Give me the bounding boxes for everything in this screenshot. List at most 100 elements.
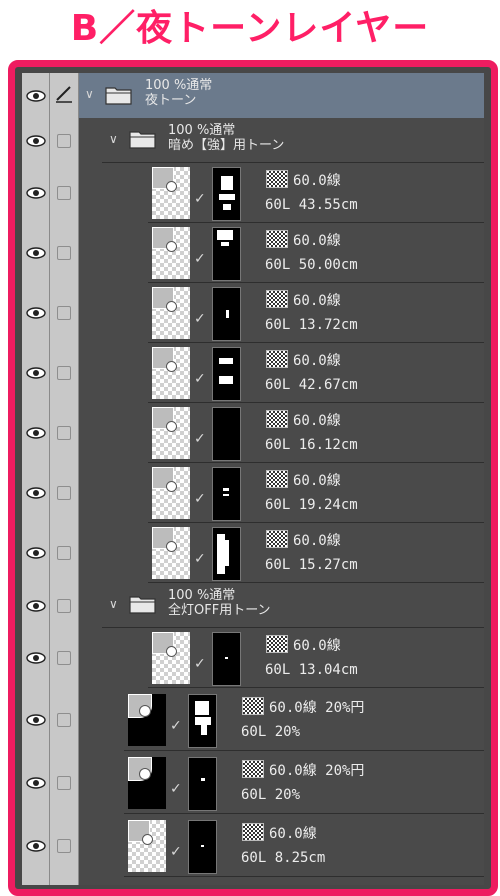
tone-pattern-icon: [266, 470, 288, 488]
eye-icon[interactable]: [26, 307, 46, 319]
eye-icon[interactable]: [26, 187, 46, 199]
layer-mask-thumbnail[interactable]: [212, 407, 241, 461]
lock-checkbox[interactable]: [57, 546, 71, 560]
layer-mask-thumbnail[interactable]: [188, 693, 217, 748]
eye-icon[interactable]: [26, 247, 46, 259]
check-mark-icon: ✓: [194, 191, 206, 207]
tone-pattern-icon: [266, 350, 288, 368]
eye-icon[interactable]: [26, 427, 46, 439]
lock-checkbox[interactable]: [57, 134, 71, 148]
layer-row[interactable]: ✓ 60.0線 60L 42.67cm: [22, 343, 484, 403]
folder-row[interactable]: ∨ 100 %通常 暗め【強】用トーン: [22, 118, 484, 163]
layer-mask-thumbnail[interactable]: [212, 467, 241, 521]
layer-mask-thumbnail[interactable]: [212, 227, 241, 281]
tone-layer-thumbnail[interactable]: [152, 287, 190, 339]
check-mark-icon: ✓: [194, 491, 206, 507]
tone-layer-thumbnail[interactable]: [152, 227, 190, 279]
layer-mask-thumbnail[interactable]: [212, 287, 241, 341]
tone-pattern-icon: [242, 696, 264, 715]
tone-pattern-icon: [266, 530, 288, 548]
folder-icon: [129, 131, 156, 149]
lock-checkbox[interactable]: [57, 186, 71, 200]
chevron-down-icon[interactable]: ∨: [109, 597, 118, 611]
layer-line-info: 60.0線: [293, 533, 341, 549]
check-mark-icon: ✓: [170, 717, 182, 734]
page-title: B／夜トーンレイヤー: [70, 8, 430, 49]
check-mark-icon: ✓: [194, 656, 206, 672]
layer-mask-thumbnail[interactable]: [212, 167, 241, 221]
layer-row[interactable]: ✓ 60.0線 60L 50.00cm: [22, 223, 484, 283]
tone-pattern-icon: [266, 290, 288, 308]
layer-size-info: 60L 8.25cm: [241, 849, 326, 866]
layer-row[interactable]: ✓ 60.0線 60L 19.24cm: [22, 463, 484, 523]
layer-line-info: 60.0線: [293, 473, 341, 489]
folder-name: 夜トーン: [145, 93, 197, 108]
lock-checkbox[interactable]: [57, 775, 71, 790]
layer-mask-thumbnail[interactable]: [188, 819, 217, 874]
folder-icon: [129, 596, 156, 614]
layer-row[interactable]: ✓ 60.0線 60L 43.55cm: [22, 163, 484, 223]
eye-icon[interactable]: [26, 652, 46, 664]
layer-row[interactable]: ✓ 60.0線 60L 16.12cm: [22, 403, 484, 463]
tone-layer-thumbnail[interactable]: [152, 347, 190, 399]
layer-row[interactable]: ✓ 60.0線 60L 13.72cm: [22, 283, 484, 343]
tone-layer-thumbnail[interactable]: [152, 407, 190, 459]
tone-layer-thumbnail[interactable]: [128, 756, 166, 809]
tone-pattern-icon: [242, 759, 264, 778]
layer-row[interactable]: ✓ 60.0線 20%円 60L 20%: [22, 688, 484, 751]
layer-panel: ∨ 100 %通常 夜トーン ∨ 100 %通常 暗め【強】用トーン ✓ 60.…: [22, 73, 484, 885]
layer-mask-thumbnail[interactable]: [212, 527, 241, 581]
eye-icon[interactable]: [26, 135, 46, 147]
eye-icon[interactable]: [26, 839, 46, 852]
chevron-down-icon[interactable]: ∨: [85, 87, 94, 101]
tone-layer-thumbnail[interactable]: [128, 819, 166, 872]
tone-pattern-icon: [266, 170, 288, 188]
eye-icon[interactable]: [26, 90, 46, 102]
eye-icon[interactable]: [26, 487, 46, 499]
lock-checkbox[interactable]: [57, 306, 71, 320]
folder-icon: [105, 87, 132, 105]
tone-layer-thumbnail[interactable]: [152, 527, 190, 579]
layer-mask-thumbnail[interactable]: [188, 756, 217, 811]
lock-checkbox[interactable]: [57, 599, 71, 613]
lock-checkbox[interactable]: [57, 651, 71, 665]
eye-icon[interactable]: [26, 547, 46, 559]
layer-row[interactable]: ✓ 60.0線 60L 13.04cm: [22, 628, 484, 688]
layer-line-info: 60.0線: [293, 638, 341, 654]
lock-checkbox[interactable]: [57, 486, 71, 500]
layer-size-info: 60L 43.55cm: [265, 197, 358, 213]
layer-panel-frame: ∨ 100 %通常 夜トーン ∨ 100 %通常 暗め【強】用トーン ✓ 60.…: [8, 60, 498, 896]
check-mark-icon: ✓: [194, 371, 206, 387]
lock-checkbox[interactable]: [57, 246, 71, 260]
tone-layer-thumbnail[interactable]: [152, 167, 190, 219]
lock-checkbox[interactable]: [57, 426, 71, 440]
tone-layer-thumbnail[interactable]: [128, 693, 166, 746]
layer-line-info: 60.0線: [293, 353, 341, 369]
eye-icon[interactable]: [26, 776, 46, 789]
lock-checkbox[interactable]: [57, 712, 71, 727]
layer-row[interactable]: ✓ 60.0線 60L 15.27cm: [22, 523, 484, 583]
layer-row[interactable]: ✓ 60.0線 20%円 60L 20%: [22, 751, 484, 814]
layer-mask-thumbnail[interactable]: [212, 347, 241, 401]
layer-line-info: 60.0線 20%円: [269, 762, 365, 779]
pencil-icon[interactable]: [54, 85, 74, 103]
tone-pattern-icon: [266, 230, 288, 248]
eye-icon[interactable]: [26, 713, 46, 726]
folder-name: 全灯OFF用トーン: [168, 603, 271, 618]
tone-layer-thumbnail[interactable]: [152, 467, 190, 519]
lock-checkbox[interactable]: [57, 366, 71, 380]
check-mark-icon: ✓: [194, 431, 206, 447]
layer-size-info: 60L 50.00cm: [265, 257, 358, 273]
eye-icon[interactable]: [26, 600, 46, 612]
layer-row[interactable]: ✓ 60.0線 60L 8.25cm: [22, 814, 484, 877]
lock-checkbox[interactable]: [57, 838, 71, 853]
layer-size-info: 60L 42.67cm: [265, 377, 358, 393]
chevron-down-icon[interactable]: ∨: [109, 132, 118, 146]
check-mark-icon: ✓: [194, 311, 206, 327]
tone-layer-thumbnail[interactable]: [152, 632, 190, 684]
layer-mask-thumbnail[interactable]: [212, 632, 241, 686]
eye-icon[interactable]: [26, 367, 46, 379]
folder-row[interactable]: ∨ 100 %通常 全灯OFF用トーン: [22, 583, 484, 628]
folder-row-root[interactable]: ∨ 100 %通常 夜トーン: [22, 73, 484, 118]
layer-size-info: 60L 13.04cm: [265, 662, 358, 678]
